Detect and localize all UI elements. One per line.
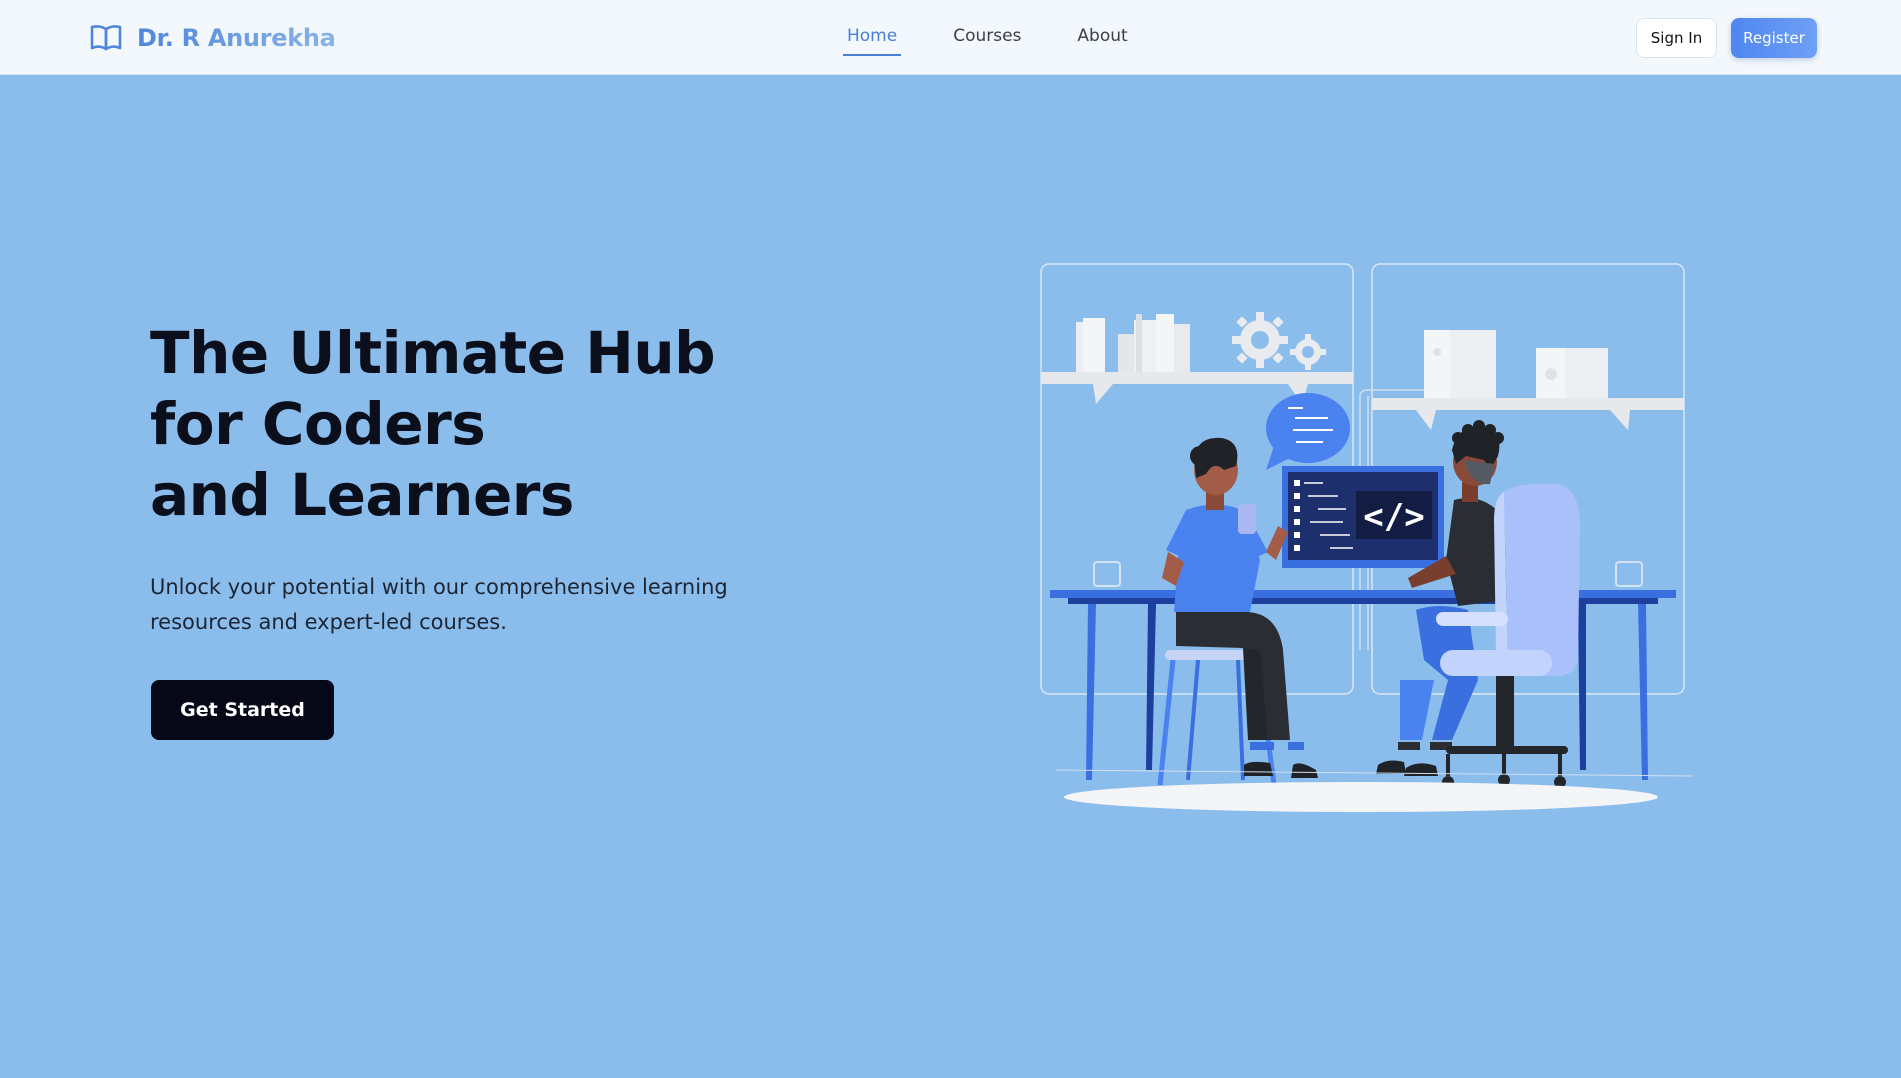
- sign-in-button[interactable]: Sign In: [1636, 18, 1717, 58]
- hero-title-line: for Coders: [150, 390, 486, 458]
- coders-at-desk-illustration: </>: [1040, 263, 1694, 812]
- get-started-button[interactable]: Get Started: [151, 680, 334, 740]
- open-book-icon: [90, 25, 122, 51]
- hero-subtitle: Unlock your potential with our comprehen…: [150, 575, 728, 634]
- top-navbar: Dr. R Anurekha Home Courses About Sign I…: [0, 0, 1901, 75]
- brand-logo[interactable]: Dr. R Anurekha: [89, 20, 336, 56]
- main-nav: Home Courses About: [843, 26, 1132, 56]
- nav-about[interactable]: About: [1073, 26, 1131, 56]
- register-button[interactable]: Register: [1731, 18, 1817, 58]
- nav-home[interactable]: Home: [843, 26, 902, 56]
- brand-name: Dr. R Anurekha: [137, 24, 336, 52]
- nav-courses[interactable]: Courses: [949, 26, 1025, 56]
- hero-title: The Ultimate Hub for Coders and Learners: [150, 318, 770, 531]
- hero-title-line: The Ultimate Hub: [150, 319, 716, 387]
- code-symbol: </>: [1363, 497, 1424, 537]
- hero-title-line: and Learners: [150, 461, 574, 529]
